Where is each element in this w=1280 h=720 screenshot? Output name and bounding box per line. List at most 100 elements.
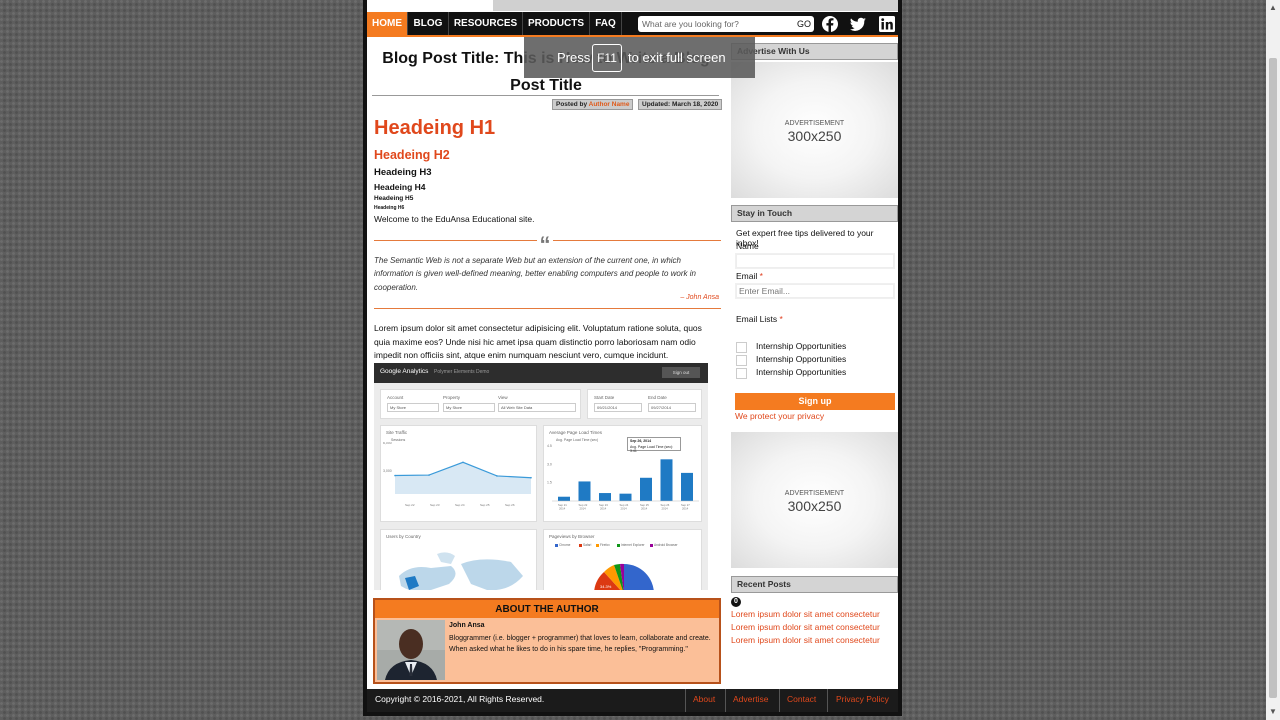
recent-posts-heading: Recent Posts — [731, 576, 898, 593]
heading-h1: Headeing H1 — [374, 117, 496, 139]
quote-author: – John Ansa — [680, 294, 719, 301]
fullscreen-key: F11 — [592, 44, 622, 72]
browser-legend-swatch — [596, 544, 599, 547]
traffic-x-tick: Sep 25 — [480, 503, 490, 507]
load-bar — [640, 477, 652, 501]
required-marker: * — [777, 314, 783, 324]
traffic-point — [496, 475, 498, 477]
signup-button[interactable]: Sign up — [735, 393, 895, 410]
footer-link-about[interactable]: About — [693, 689, 715, 709]
nav-home[interactable]: HOME — [367, 12, 408, 35]
ga-load-times-title: Average Page Load Times — [549, 430, 602, 435]
posted-by-label: Posted by — [556, 101, 588, 108]
recent-post-link-2[interactable]: Lorem ipsum dolor sit amet consectetur — [731, 622, 880, 632]
load-bar — [558, 496, 570, 501]
search-go-button[interactable]: GO — [797, 16, 811, 32]
ga-world-map — [399, 552, 523, 590]
traffic-point — [394, 474, 396, 477]
ga-load-times-card: Average Page Load Times Avg. Page Load T… — [543, 425, 702, 522]
name-field[interactable] — [735, 253, 895, 269]
ga-browser-title: Pageviews by Browser — [549, 534, 595, 539]
twitter-icon[interactable] — [849, 15, 867, 33]
scroll-down-icon[interactable]: ▼ — [1266, 704, 1280, 720]
nav-resources[interactable]: RESOURCES — [449, 12, 523, 35]
ga-country-card: Users by Country — [380, 529, 537, 590]
traffic-x-tick: Sep 24 — [455, 503, 465, 507]
ga-browser-card: Pageviews by Browser 34.3% Chrome Safari F… — [543, 529, 702, 590]
traffic-x-tick: Sep 23 — [430, 503, 440, 507]
email-lists-label-row: Email Lists * — [736, 314, 783, 324]
email-label-row: Email * — [736, 271, 763, 281]
ad-label: ADVERTISEMENT — [784, 490, 845, 497]
footer-link-contact[interactable]: Contact — [787, 689, 816, 709]
heading-h2: Headeing H2 — [374, 148, 450, 162]
footer-separator — [779, 689, 780, 712]
heading-h3: Headeing H3 — [374, 167, 432, 178]
privacy-link[interactable]: We protect your privacy — [735, 411, 824, 421]
ga-account-field: My Store — [387, 403, 439, 412]
top-strip — [367, 0, 898, 12]
browser-legend-label: Chrome — [559, 543, 571, 547]
nav-products[interactable]: PRODUCTS — [523, 12, 590, 35]
welcome-text: Welcome to the EduAnsa Educational site. — [374, 214, 535, 224]
recent-post-link-1[interactable]: Lorem ipsum dolor sit amet consectetur — [731, 609, 880, 619]
ga-title: Google Analytics — [380, 368, 429, 375]
analytics-screenshot-image: Google Analytics Polymer Elements Demo S… — [374, 363, 708, 590]
ga-load-times-chart: 4.53.01.5Sep 212014Sep 222014Sep 232014S… — [547, 444, 699, 511]
posted-by-badge: Posted by Author Name — [552, 99, 634, 110]
facebook-icon[interactable] — [821, 15, 839, 33]
traffic-point — [530, 476, 532, 479]
scroll-up-icon[interactable]: ▲ — [1266, 0, 1280, 16]
scrollbar-thumb[interactable] — [1269, 58, 1277, 698]
fullscreen-tail-text: to exit full screen — [628, 50, 726, 65]
ad-label: ADVERTISEMENT — [784, 120, 845, 127]
load-x-tick-year: 2014 — [641, 507, 648, 511]
top-strip-bar — [493, 0, 898, 11]
heading-h6: Headeing H6 — [374, 205, 405, 211]
recent-post-link-3[interactable]: Lorem ipsum dolor sit amet consectetur — [731, 635, 880, 645]
quote-bottom-rule — [374, 308, 721, 309]
traffic-x-tick: Sep 26 — [505, 503, 515, 507]
about-author-box: ABOUT THE AUTHOR John Ansa Bloggrammer (… — [373, 598, 721, 684]
linkedin-icon[interactable] — [878, 15, 896, 33]
ga-site-traffic-title: Site Traffic — [386, 430, 408, 435]
load-bar — [599, 493, 611, 501]
list-option-3: Internship Opportunities — [756, 367, 847, 377]
name-label: Name — [736, 241, 759, 251]
site-container: HOME BLOG RESOURCES PRODUCTS FAQ What ar… — [363, 0, 902, 716]
list-checkbox-1[interactable] — [736, 342, 747, 353]
ad-banner-bottom[interactable]: ADVERTISEMENT 300x250 — [731, 432, 898, 568]
list-option-2: Internship Opportunities — [756, 354, 847, 364]
ad-banner-top[interactable]: ADVERTISEMENT 300x250 — [731, 62, 898, 198]
ad-size: 300x250 — [787, 128, 842, 144]
body-paragraph: Lorem ipsum dolor sit amet consectetur a… — [374, 323, 702, 360]
footer-separator — [827, 689, 828, 712]
footer-link-privacy[interactable]: Privacy Policy — [836, 689, 889, 709]
nav-blog[interactable]: BLOG — [408, 12, 449, 35]
traffic-y-tick: 6,000 — [383, 442, 392, 445]
list-checkbox-3[interactable] — [736, 368, 747, 379]
load-y-tick: 3.0 — [547, 462, 552, 466]
footer-separator — [725, 689, 726, 712]
browser-scrollbar[interactable]: ▲ ▼ — [1266, 0, 1280, 720]
author-link[interactable]: Author Name — [589, 101, 630, 108]
traffic-point — [462, 461, 464, 464]
list-checkbox-2[interactable] — [736, 355, 747, 366]
email-lists-label: Email Lists — [736, 314, 778, 324]
ga-end-label: End Date — [648, 395, 667, 400]
load-bar — [681, 472, 693, 501]
about-author-name: John Ansa — [449, 622, 485, 629]
ga-account-label: Account — [387, 395, 404, 400]
email-field[interactable]: Enter Email... — [735, 283, 895, 299]
required-marker: * — [757, 271, 763, 281]
load-x-tick-year: 2014 — [682, 507, 689, 511]
ga-date-card: Start Date End Date 09/21/2014 09/27/201… — [587, 389, 702, 419]
quote-icon: “ — [537, 234, 553, 256]
footer-link-advertise[interactable]: Advertise — [733, 689, 768, 709]
search-input[interactable]: What are you looking for? GO — [638, 16, 814, 32]
ga-pie-label: 34.3% — [600, 584, 612, 589]
nav-faq[interactable]: FAQ — [590, 12, 622, 35]
stay-in-touch-heading: Stay in Touch — [731, 205, 898, 222]
ga-site-traffic-card: Site Traffic Sessions 6,000 3,000 Sep 22 Se… — [380, 425, 537, 522]
traffic-y-tick: 3,000 — [383, 469, 392, 473]
